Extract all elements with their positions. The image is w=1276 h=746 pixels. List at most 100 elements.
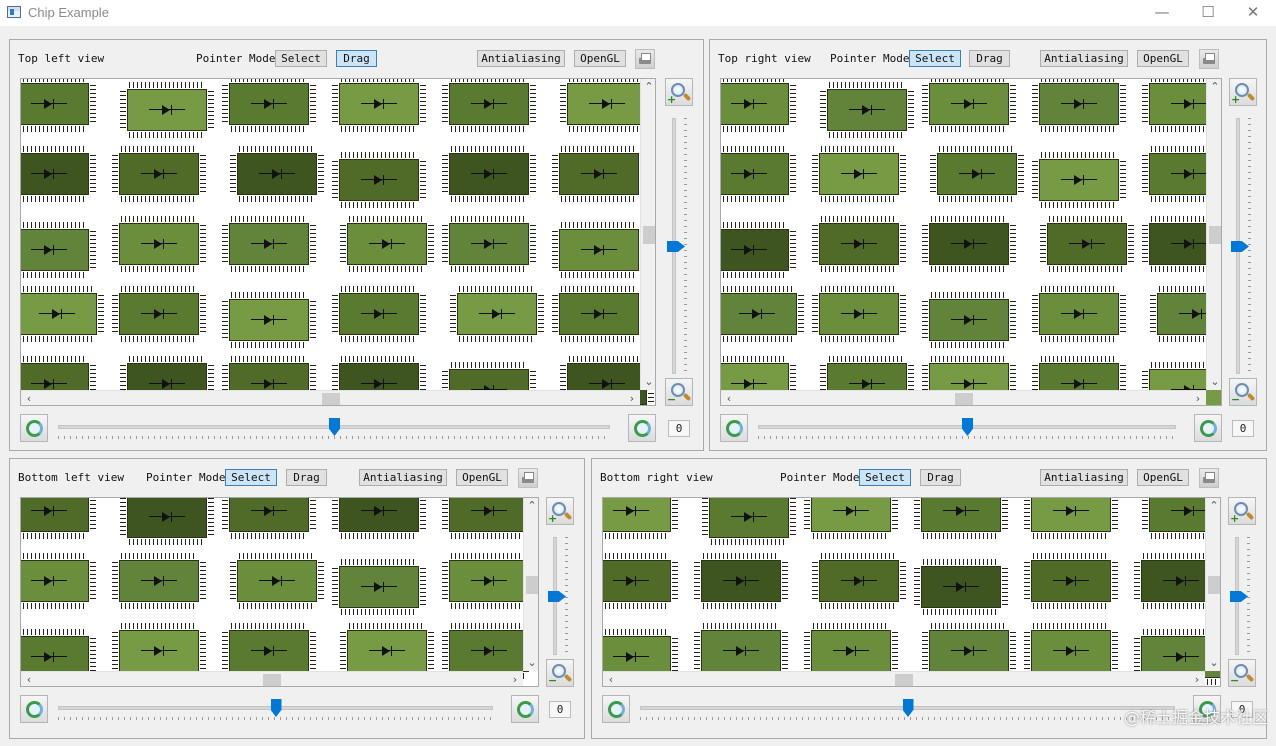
chip-item[interactable] bbox=[721, 222, 796, 278]
rotate-slider-handle[interactable] bbox=[962, 418, 973, 436]
chip-item[interactable] bbox=[694, 553, 788, 609]
chip-item[interactable] bbox=[1024, 498, 1118, 539]
vertical-scrollbar[interactable]: ⌃ ⌄ bbox=[1205, 498, 1220, 671]
printer-icon[interactable] bbox=[518, 468, 538, 488]
chip-canvas[interactable]: ⌃ ⌄ ‹ › bbox=[602, 497, 1221, 687]
drag-mode-button[interactable]: Drag bbox=[920, 469, 961, 486]
scroll-down-arrow[interactable]: ⌄ bbox=[643, 375, 655, 388]
chip-canvas[interactable]: ⌃ ⌄ ‹ › bbox=[20, 497, 539, 687]
rotate-left-button[interactable] bbox=[20, 414, 48, 442]
chip-item[interactable] bbox=[230, 553, 324, 609]
chip-canvas[interactable]: ⌃ ⌄ ‹ › bbox=[720, 78, 1222, 406]
opengl-button[interactable]: OpenGL bbox=[1137, 469, 1189, 486]
chip-item[interactable] bbox=[442, 79, 536, 132]
chip-item[interactable] bbox=[930, 146, 1024, 202]
chip-item[interactable] bbox=[222, 623, 316, 679]
zoom-in-button[interactable]: + bbox=[1229, 78, 1257, 106]
chip-item[interactable] bbox=[21, 498, 96, 539]
chip-item[interactable] bbox=[340, 216, 434, 272]
chip-item[interactable] bbox=[1032, 152, 1126, 208]
zoom-in-button[interactable]: + bbox=[665, 78, 693, 106]
vertical-scrollbar[interactable]: ⌃ ⌄ bbox=[1206, 79, 1221, 390]
scroll-right-arrow[interactable]: › bbox=[509, 673, 521, 686]
chip-item[interactable] bbox=[914, 498, 1008, 539]
select-mode-button[interactable]: Select bbox=[225, 469, 277, 486]
vertical-scroll-thumb[interactable] bbox=[1208, 575, 1220, 594]
scroll-right-arrow[interactable]: › bbox=[626, 392, 638, 405]
chip-item[interactable] bbox=[21, 146, 96, 202]
scroll-up-arrow[interactable]: ⌃ bbox=[526, 499, 538, 512]
select-mode-button[interactable]: Select bbox=[909, 50, 961, 67]
rotate-slider-handle[interactable] bbox=[270, 699, 282, 717]
chip-item[interactable] bbox=[222, 79, 316, 132]
opengl-button[interactable]: OpenGL bbox=[1137, 50, 1189, 67]
chip-item[interactable] bbox=[112, 146, 206, 202]
rotate-right-button[interactable] bbox=[1194, 414, 1222, 442]
opengl-button[interactable]: OpenGL bbox=[456, 469, 508, 486]
chip-item[interactable] bbox=[332, 498, 426, 539]
chip-item[interactable] bbox=[603, 553, 678, 609]
opengl-button[interactable]: OpenGL bbox=[574, 50, 626, 67]
chip-item[interactable] bbox=[340, 623, 434, 679]
scroll-right-arrow[interactable]: › bbox=[1191, 673, 1203, 686]
rotate-left-button[interactable] bbox=[602, 695, 630, 723]
chip-item[interactable] bbox=[21, 286, 104, 342]
zoom-out-button[interactable]: − bbox=[1228, 659, 1256, 687]
rotate-slider-handle[interactable] bbox=[902, 699, 914, 717]
maximize-button[interactable]: ☐ bbox=[1185, 0, 1231, 26]
chip-item[interactable] bbox=[552, 222, 646, 278]
chip-item[interactable] bbox=[922, 79, 1016, 132]
printer-icon[interactable] bbox=[1199, 468, 1219, 488]
scroll-down-arrow[interactable]: ⌄ bbox=[526, 656, 538, 669]
rotate-left-button[interactable] bbox=[720, 414, 748, 442]
rotate-right-button[interactable] bbox=[511, 695, 539, 723]
horizontal-scrollbar[interactable]: ‹ › bbox=[21, 671, 523, 686]
chip-item[interactable] bbox=[230, 146, 324, 202]
select-mode-button[interactable]: Select bbox=[275, 50, 327, 67]
scroll-left-arrow[interactable]: ‹ bbox=[23, 392, 35, 405]
zoom-out-button[interactable]: − bbox=[546, 659, 574, 687]
chip-item[interactable] bbox=[694, 623, 788, 679]
zoom-in-button[interactable]: + bbox=[546, 497, 574, 525]
scroll-down-arrow[interactable]: ⌄ bbox=[1209, 375, 1221, 388]
chip-item[interactable] bbox=[222, 292, 316, 348]
close-button[interactable]: ✕ bbox=[1230, 0, 1276, 26]
chip-item[interactable] bbox=[560, 79, 654, 132]
scroll-down-arrow[interactable]: ⌄ bbox=[1208, 656, 1220, 669]
scroll-left-arrow[interactable]: ‹ bbox=[723, 392, 735, 405]
chip-item[interactable] bbox=[112, 216, 206, 272]
chip-item[interactable] bbox=[442, 498, 536, 539]
chip-item[interactable] bbox=[922, 292, 1016, 348]
rotate-left-button[interactable] bbox=[20, 695, 48, 723]
chip-item[interactable] bbox=[552, 286, 646, 342]
horizontal-scroll-thumb[interactable] bbox=[263, 674, 281, 686]
horizontal-scroll-thumb[interactable] bbox=[321, 393, 340, 405]
printer-icon[interactable] bbox=[635, 49, 655, 69]
antialiasing-button[interactable]: Antialiasing bbox=[359, 469, 447, 486]
chip-item[interactable] bbox=[332, 559, 426, 615]
zoom-slider-handle[interactable] bbox=[667, 241, 685, 252]
chip-item[interactable] bbox=[332, 79, 426, 132]
chip-item[interactable] bbox=[812, 553, 906, 609]
chip-item[interactable] bbox=[552, 146, 646, 202]
antialiasing-button[interactable]: Antialiasing bbox=[477, 50, 565, 67]
rotate-slider-handle[interactable] bbox=[329, 418, 340, 436]
vertical-scroll-thumb[interactable] bbox=[1209, 225, 1221, 244]
chip-item[interactable] bbox=[442, 216, 536, 272]
scroll-right-arrow[interactable]: › bbox=[1192, 392, 1204, 405]
chip-item[interactable] bbox=[702, 498, 796, 545]
drag-mode-button[interactable]: Drag bbox=[969, 50, 1010, 67]
rotate-right-button[interactable] bbox=[628, 414, 656, 442]
chip-item[interactable] bbox=[721, 79, 796, 132]
chip-item[interactable] bbox=[1024, 553, 1118, 609]
chip-item[interactable] bbox=[332, 286, 426, 342]
chip-item[interactable] bbox=[922, 216, 1016, 272]
chip-item[interactable] bbox=[112, 286, 206, 342]
scroll-left-arrow[interactable]: ‹ bbox=[23, 673, 35, 686]
chip-item[interactable] bbox=[812, 146, 906, 202]
chip-item[interactable] bbox=[804, 498, 898, 539]
chip-item[interactable] bbox=[820, 82, 914, 138]
chip-item[interactable] bbox=[922, 623, 1016, 679]
chip-item[interactable] bbox=[21, 553, 96, 609]
chip-item[interactable] bbox=[450, 286, 544, 342]
